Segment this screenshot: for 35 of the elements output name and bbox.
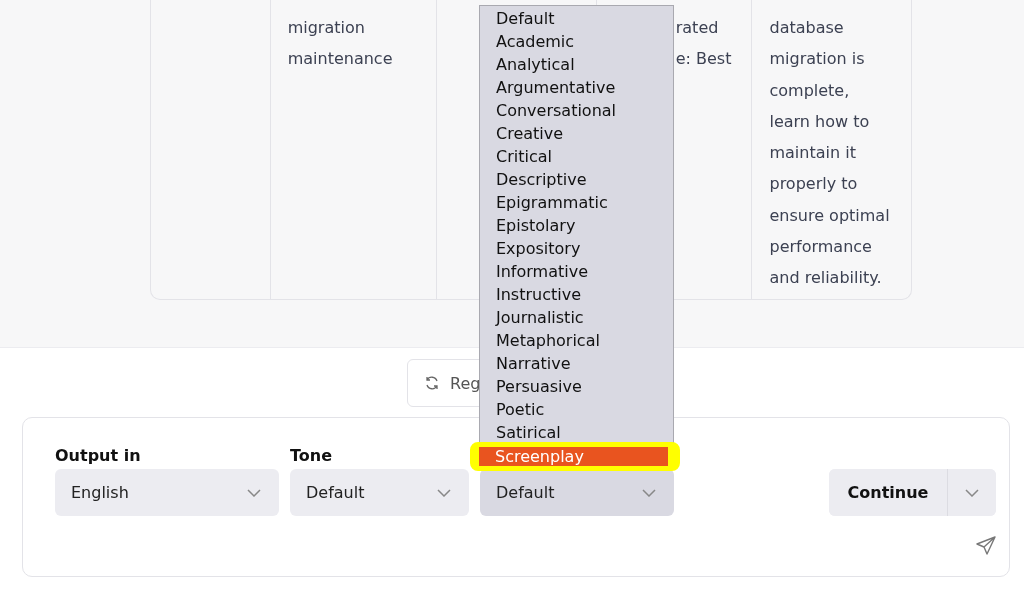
dropdown-option[interactable]: Critical [480, 145, 673, 168]
select-field[interactable]: Default [290, 469, 469, 516]
refresh-icon [424, 375, 440, 391]
chevron-icon [965, 488, 979, 497]
dropdown-option[interactable]: Journalistic [480, 306, 673, 329]
chevron-icon [247, 488, 261, 497]
dropdown-option[interactable]: Conversational [480, 99, 673, 122]
table-cell-text: database migration is complete, learn how to maintain it properly to ensure optimal performance and reliability. [769, 17, 891, 290]
table-cell-text: rated e: Best [675, 17, 733, 71]
continue-button[interactable]: Continue [829, 469, 948, 516]
dropdown-option[interactable]: Satirical [480, 421, 673, 444]
dropdown-option[interactable]: Instructive [480, 283, 673, 306]
table-cell-text: migration maintenance [287, 17, 394, 71]
dropdown-option[interactable]: Narrative [480, 352, 673, 375]
dropdown-option[interactable]: Poetic [480, 398, 673, 421]
send-icon[interactable] [976, 536, 996, 556]
dropdown-option[interactable]: Default [480, 7, 673, 30]
dropdown-option[interactable]: Expository [480, 237, 673, 260]
select-field[interactable]: Default [480, 469, 674, 516]
dropdown-option[interactable]: Argumentative [480, 76, 673, 99]
select-label: Tone [290, 446, 334, 465]
dropdown-option[interactable]: Informative [480, 260, 673, 283]
dropdown-option[interactable]: Persuasive [480, 375, 673, 398]
chevron-icon [437, 488, 451, 497]
dropdown-option[interactable]: Creative [480, 122, 673, 145]
select-label: Output in [55, 446, 142, 465]
dropdown-option[interactable]: Screenplay [479, 447, 668, 466]
select-field[interactable]: English [55, 469, 279, 516]
dropdown-option[interactable]: Epistolary [480, 214, 673, 237]
dropdown-option[interactable]: Epigrammatic [480, 191, 673, 214]
dropdown-option[interactable]: Descriptive [480, 168, 673, 191]
dropdown-option[interactable]: Analytical [480, 53, 673, 76]
chevron-icon [642, 488, 656, 497]
dropdown-option[interactable]: Metaphorical [480, 329, 673, 352]
dropdown-option[interactable]: Academic [480, 30, 673, 53]
